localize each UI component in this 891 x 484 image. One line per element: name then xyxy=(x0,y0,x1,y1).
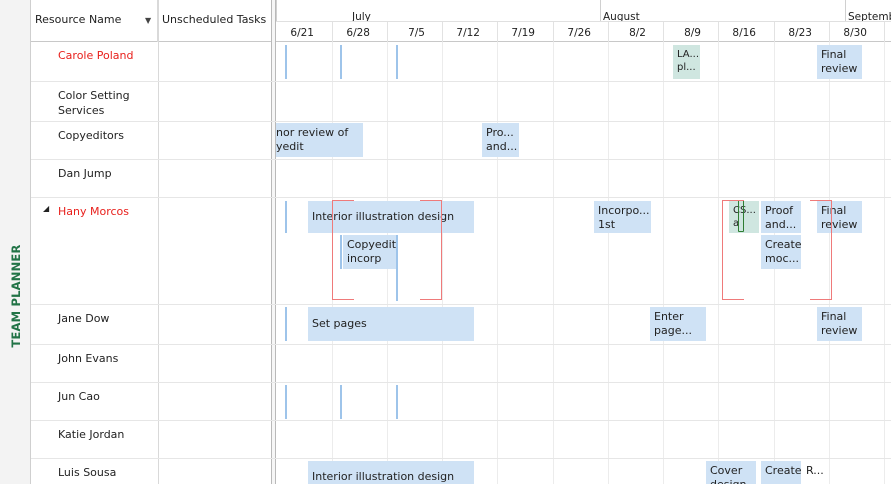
task-sliver[interactable] xyxy=(396,385,398,419)
task-bar[interactable]: Final review xyxy=(817,307,862,341)
week-label: 8/30 xyxy=(843,27,867,39)
task-bar[interactable]: Incorpo... 1st Pag... xyxy=(594,201,651,233)
task-sliver[interactable] xyxy=(285,45,287,79)
overallocation-bracket xyxy=(722,200,744,300)
task-sliver[interactable] xyxy=(396,235,398,301)
week-label: 8/23 xyxy=(788,27,812,39)
resource-row[interactable]: Copyeditors xyxy=(31,122,891,160)
week-label: 7/19 xyxy=(511,27,535,39)
resource-name: John Evans xyxy=(58,352,119,365)
resource-name: Jane Dow xyxy=(58,312,110,325)
task-bar[interactable]: Create moc... xyxy=(761,235,801,269)
task-bar[interactable]: Enter page... xyxy=(650,307,706,341)
resource-name: Hany Morcos xyxy=(58,205,130,218)
week-label: 6/28 xyxy=(346,27,370,39)
view-label: TEAM PLANNER xyxy=(9,244,23,348)
resource-row[interactable]: Katie Jordan xyxy=(31,421,891,459)
task-sliver[interactable] xyxy=(340,45,342,79)
task-sliver[interactable] xyxy=(285,385,287,419)
chevron-down-icon[interactable]: ▼ xyxy=(145,16,151,25)
resource-row[interactable]: Dan Jump xyxy=(31,160,891,198)
resource-name-label: Resource Name xyxy=(35,13,122,26)
resource-row[interactable]: Jun Cao xyxy=(31,383,891,421)
task-bar[interactable]: nor review of yedit xyxy=(276,123,363,157)
task-bar[interactable]: Interior illustration design xyxy=(308,461,474,484)
task-sliver[interactable] xyxy=(285,201,287,233)
task-bar[interactable]: Final review xyxy=(817,45,862,79)
task-bar[interactable]: Proof and... xyxy=(761,201,801,233)
resource-name: Color Setting Services xyxy=(58,89,130,117)
task-sliver[interactable] xyxy=(396,45,398,79)
overallocation-bracket xyxy=(332,200,354,300)
resource-name: Carole Poland xyxy=(58,49,134,62)
resource-name: Jun Cao xyxy=(58,390,100,403)
resource-name: Copyeditors xyxy=(58,129,125,142)
resource-name: Luis Sousa xyxy=(58,466,117,479)
overallocation-bracket xyxy=(420,200,442,300)
task-bar[interactable]: Cover design xyxy=(706,461,756,484)
resource-name: Katie Jordan xyxy=(58,428,125,441)
task-bar[interactable]: LA... pl... xyxy=(673,45,700,79)
view-bar: TEAM PLANNER xyxy=(0,0,31,484)
week-label: 8/16 xyxy=(732,27,756,39)
task-sliver[interactable] xyxy=(340,385,342,419)
task-sliver[interactable] xyxy=(285,307,287,341)
week-label: 8/9 xyxy=(684,27,701,39)
resource-row[interactable]: Color Setting Services xyxy=(31,82,891,122)
task-bar[interactable]: Set pages xyxy=(308,307,474,341)
resource-row[interactable]: John Evans xyxy=(31,345,891,383)
task-bar[interactable]: R... xyxy=(802,461,826,484)
week-label: 8/2 xyxy=(629,27,646,39)
week-label: 6/21 xyxy=(290,27,314,39)
week-label: 7/5 xyxy=(408,27,425,39)
resource-name: Dan Jump xyxy=(58,167,112,180)
week-label: 7/12 xyxy=(456,27,480,39)
unscheduled-tasks-label: Unscheduled Tasks xyxy=(162,13,267,26)
week-label: 7/26 xyxy=(567,27,591,39)
resource-name-header[interactable]: Resource Name ▼ xyxy=(31,0,158,42)
timescale: July August Septemb 6/21 6/28 7/5 7/12 7… xyxy=(276,0,891,42)
overallocation-bracket xyxy=(810,200,832,300)
task-bar[interactable]: Pro... and... xyxy=(482,123,519,157)
collapse-icon[interactable]: ◢ xyxy=(43,204,49,213)
team-planner-view: TEAM PLANNER Resource Name ▼ Unscheduled… xyxy=(0,0,891,484)
resource-row[interactable]: Carole Poland xyxy=(31,42,891,82)
task-bar[interactable]: Create xyxy=(761,461,801,484)
